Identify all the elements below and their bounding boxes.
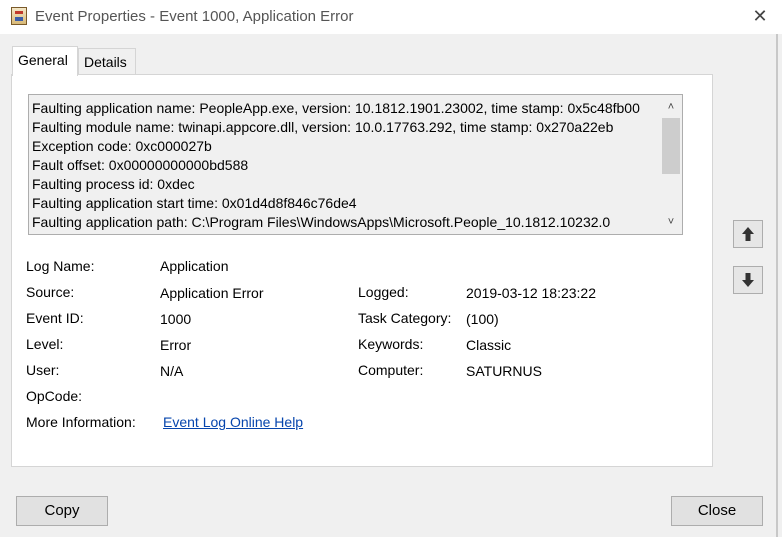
description-line: Faulting application start time: 0x01d4d…	[32, 195, 357, 211]
description-line: Fault offset: 0x00000000000bd588	[32, 157, 249, 173]
tab-general[interactable]: General	[12, 46, 78, 76]
scroll-up-icon[interactable]: ˄	[661, 98, 681, 116]
arrow-down-icon	[742, 273, 754, 287]
next-event-button[interactable]	[733, 266, 763, 294]
tab-details[interactable]: Details	[78, 48, 136, 76]
description-scrollbar[interactable]: ˄ ˅	[661, 96, 681, 233]
arrow-up-icon	[742, 227, 754, 241]
level-value: Error	[160, 337, 192, 353]
close-icon[interactable]: ✕	[750, 6, 770, 26]
event-log-help-link[interactable]: Event Log Online Help	[163, 414, 303, 430]
event-id-label: Event ID:	[26, 310, 84, 326]
description-line: Faulting module name: twinapi.appcore.dl…	[32, 119, 614, 135]
description-line: Faulting application name: PeopleApp.exe…	[32, 100, 640, 116]
window-edge	[776, 34, 778, 537]
event-id-value: 1000	[160, 311, 192, 327]
computer-label: Computer:	[358, 362, 424, 378]
user-value: N/A	[160, 363, 184, 379]
source-label: Source:	[26, 284, 75, 300]
description-line: Faulting process id: 0xdec	[32, 176, 195, 192]
window-title: Event Properties - Event 1000, Applicati…	[35, 8, 354, 25]
logged-label: Logged:	[358, 284, 409, 300]
task-category-label: Task Category:	[358, 310, 452, 326]
description-line: Faulting application path: C:\Program Fi…	[32, 214, 611, 230]
level-label: Level:	[26, 336, 64, 352]
previous-event-button[interactable]	[733, 220, 763, 248]
user-label: User:	[26, 362, 60, 378]
logged-value: 2019-03-12 18:23:22	[466, 285, 596, 301]
computer-value: SATURNUS	[466, 363, 542, 379]
copy-button[interactable]: Copy	[16, 496, 108, 526]
keywords-value: Classic	[466, 337, 512, 353]
event-viewer-icon	[11, 7, 27, 25]
scroll-down-icon[interactable]: ˅	[661, 213, 681, 231]
close-button[interactable]: Close	[671, 496, 763, 526]
event-description[interactable]: Faulting application name: PeopleApp.exe…	[28, 94, 683, 235]
keywords-label: Keywords:	[358, 336, 424, 352]
log-name-label: Log Name:	[26, 258, 95, 274]
description-line: Exception code: 0xc000027b	[32, 138, 212, 154]
scroll-thumb[interactable]	[662, 118, 680, 174]
task-category-value: (100)	[466, 311, 499, 327]
opcode-label: OpCode:	[26, 388, 83, 404]
source-value: Application Error	[160, 285, 264, 301]
more-info-label: More Information:	[26, 414, 136, 430]
title-bar: Event Properties - Event 1000, Applicati…	[0, 0, 782, 34]
log-name-value: Application	[160, 258, 229, 274]
